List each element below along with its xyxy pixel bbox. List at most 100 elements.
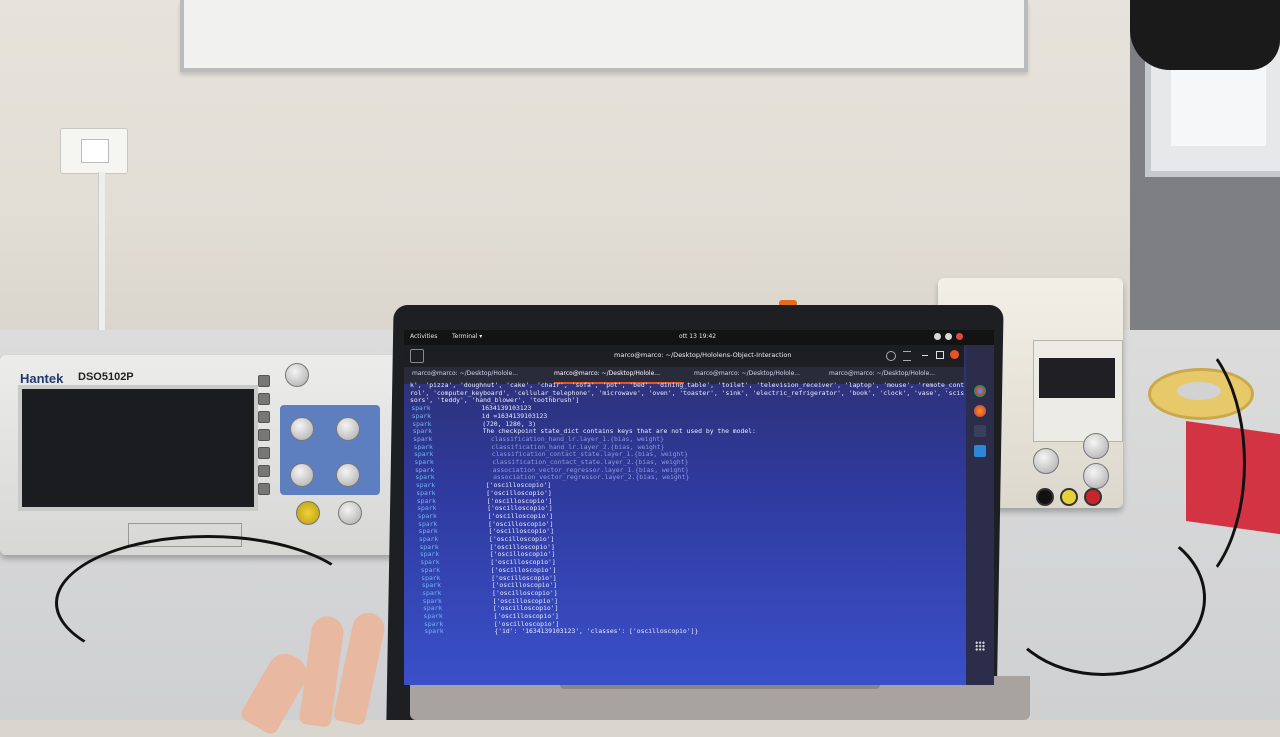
spark-prefix: spark xyxy=(423,620,444,628)
spark-prefix: spark xyxy=(421,582,441,590)
light-switch xyxy=(60,128,128,174)
terminal-line: ['oscilloscopio'] xyxy=(489,536,555,543)
scope-button[interactable] xyxy=(258,375,270,387)
terminal-line: {'id': '1634139103123', 'classes': ['osc… xyxy=(494,628,699,636)
volume-icon[interactable] xyxy=(945,333,952,340)
spark-prefix: spark xyxy=(423,613,443,620)
scope-knob[interactable] xyxy=(336,463,360,487)
laptop-screen: Activities Terminal ▾ ott 13 19:42 marco… xyxy=(404,330,994,685)
window-titlebar: marco@marco: ~/Desktop/Hololens-Object-I… xyxy=(404,345,964,367)
spark-prefix: spark xyxy=(423,605,443,613)
oscilloscope: Hantek DSO5102P xyxy=(0,355,410,555)
terminal-icon[interactable] xyxy=(974,425,986,437)
app-menu[interactable]: Terminal ▾ xyxy=(452,333,482,340)
clock[interactable]: ott 13 19:42 xyxy=(679,333,716,340)
oscilloscope-screen xyxy=(18,385,258,511)
terminal-line: (720, 1280, 3) xyxy=(482,420,537,428)
spark-prefix: spark xyxy=(411,405,431,413)
scope-knob[interactable] xyxy=(285,363,309,387)
minimize-icon[interactable] xyxy=(922,355,928,356)
terminal-line: classification_hand_lr.layer_1.{bias, we… xyxy=(483,435,664,443)
spark-prefix: spark xyxy=(421,574,441,582)
psu-knob[interactable] xyxy=(1033,448,1059,474)
firefox-icon[interactable] xyxy=(974,405,986,417)
scope-button[interactable] xyxy=(258,483,270,495)
spark-prefix: spark xyxy=(422,589,442,597)
show-apps-icon[interactable] xyxy=(975,641,985,651)
terminal-line: ['oscilloscopio'] xyxy=(485,482,552,490)
spark-prefix: spark xyxy=(420,559,440,567)
scope-button[interactable] xyxy=(258,429,270,441)
psu-terminal xyxy=(1060,488,1078,506)
terminal-tab[interactable]: marco@marco: ~/Desktop/Hololе... xyxy=(829,370,954,382)
spark-prefix: spark xyxy=(414,451,434,459)
spark-prefix: spark xyxy=(424,628,444,636)
spark-prefix: spark xyxy=(415,482,436,490)
activities-button[interactable]: Activities xyxy=(410,333,437,340)
scope-button[interactable] xyxy=(258,465,270,477)
camera-object xyxy=(1130,0,1280,70)
terminal-line: classification_contact_state.layer_1.{bi… xyxy=(484,451,688,459)
chrome-icon[interactable] xyxy=(974,385,986,397)
terminal-line: association_vector_regressor.layer_1.{bi… xyxy=(484,466,689,474)
spark-prefix: spark xyxy=(417,505,437,513)
new-tab-icon[interactable] xyxy=(410,349,424,363)
window-title: marco@marco: ~/Desktop/Hololens-Object-I… xyxy=(614,351,792,359)
scope-button[interactable] xyxy=(258,447,270,459)
terminal-line: ['oscilloscopio'] xyxy=(492,597,559,605)
spark-prefix: spark xyxy=(416,497,436,505)
search-icon[interactable] xyxy=(886,351,896,361)
terminal-line: ['oscilloscopio'] xyxy=(493,620,560,628)
network-icon[interactable] xyxy=(934,333,941,340)
terminal-output[interactable]: k', 'pizza', 'doughnut', 'cake', 'chair'… xyxy=(410,382,965,682)
spark-prefix: spark xyxy=(416,489,436,497)
terminal-line: ['oscilloscopio'] xyxy=(486,489,552,497)
whiteboard xyxy=(180,0,1028,72)
terminal-line: The checkpoint state_dict contains keys … xyxy=(482,428,756,436)
scope-probe-connector xyxy=(296,501,320,525)
terminal-line: id =1634139103123 xyxy=(481,412,548,420)
psu-terminal xyxy=(1084,488,1102,506)
psu-terminal xyxy=(1036,488,1054,506)
menu-icon[interactable] xyxy=(903,351,911,361)
scope-knob[interactable] xyxy=(290,463,314,487)
psu-cable xyxy=(1100,330,1246,596)
terminal-line: rol', 'computer_keyboard', 'cellular_tel… xyxy=(410,389,965,397)
spark-prefix: spark xyxy=(414,459,434,466)
terminal-tab[interactable]: marco@marco: ~/Desktop/Hololе... xyxy=(694,370,819,382)
terminal-line: ['oscilloscopio'] xyxy=(491,582,558,590)
terminal-line: association_vector_regressor.layer_2.{bi… xyxy=(485,474,690,482)
terminal-line: ['oscilloscopio'] xyxy=(486,497,553,505)
oscilloscope-brand: Hantek xyxy=(20,371,64,386)
terminal-line: ['oscilloscopio'] xyxy=(491,574,557,582)
scope-button[interactable] xyxy=(258,411,270,423)
terminal-line: ['oscilloscopio'] xyxy=(488,520,554,528)
vscode-icon[interactable] xyxy=(974,445,986,457)
spark-prefix: spark xyxy=(418,528,438,536)
terminal-line: classification_hand_lr.layer_2.{bias, we… xyxy=(483,443,665,451)
spark-prefix: spark xyxy=(412,428,432,436)
terminal-line: 1634139103123 xyxy=(481,405,532,413)
close-icon[interactable] xyxy=(950,350,959,359)
spark-prefix: spark xyxy=(413,443,433,451)
terminal-line: ['oscilloscopio'] xyxy=(490,559,556,567)
terminal-line: ['oscilloscopio'] xyxy=(492,589,558,597)
scope-knob[interactable] xyxy=(290,417,314,441)
terminal-line: k', 'pizza', 'doughnut', 'cake', 'chair'… xyxy=(410,382,965,389)
scope-button[interactable] xyxy=(258,393,270,405)
terminal-line: ['oscilloscopio'] xyxy=(489,551,556,559)
scope-probe-connector xyxy=(338,501,362,525)
spark-prefix: spark xyxy=(419,536,439,543)
power-icon[interactable] xyxy=(956,333,963,340)
spark-prefix: spark xyxy=(415,474,435,482)
spark-prefix: spark xyxy=(417,512,437,520)
terminal-line: ['oscilloscopio'] xyxy=(488,528,554,536)
top-bar: Activities Terminal ▾ ott 13 19:42 xyxy=(404,330,994,345)
terminal-tab[interactable]: marco@marco: ~/Desktop/Hololе... xyxy=(412,370,542,382)
maximize-icon[interactable] xyxy=(936,351,944,359)
scope-knob[interactable] xyxy=(336,417,360,441)
terminal-line: ['oscilloscopio'] xyxy=(489,543,555,551)
terminal-line: ['oscilloscopio'] xyxy=(490,566,557,574)
hand xyxy=(236,609,396,737)
terminal-line: ['oscilloscopio'] xyxy=(487,505,553,513)
